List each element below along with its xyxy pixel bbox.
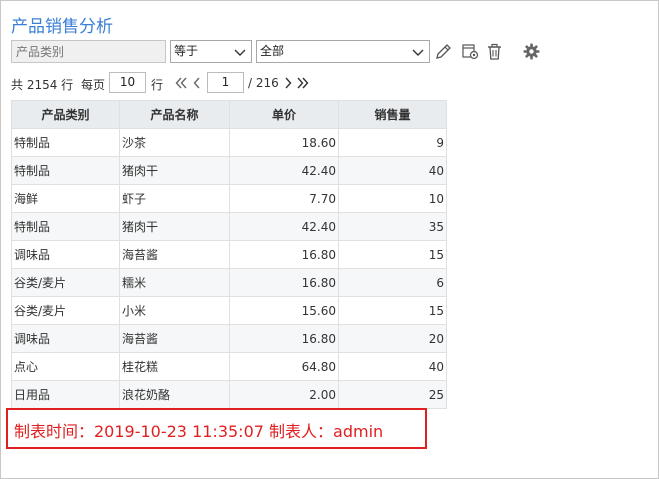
- table-cell: 16.80: [229, 240, 339, 269]
- table-cell: 2.00: [229, 380, 339, 409]
- table-row: 特制品 沙茶 18.60 9: [11, 128, 447, 157]
- pagination-bar: 共 2154 行 每页 10 行 1 / 216: [11, 72, 411, 94]
- table-cell: 20: [338, 324, 447, 353]
- table-cell: 猪肉干: [119, 156, 230, 185]
- total-rows-label: 共 2154 行: [11, 78, 74, 92]
- table-cell: 沙茶: [119, 128, 230, 157]
- table-cell: 调味品: [11, 324, 120, 353]
- table-cell: 42.40: [229, 212, 339, 241]
- table-cell: 15: [338, 240, 447, 269]
- table-row: 点心 桂花糕 64.80 40: [11, 352, 447, 381]
- table-row: 特制品 猪肉干 42.40 40: [11, 156, 447, 185]
- table-cell: 64.80: [229, 352, 339, 381]
- page-input[interactable]: 1: [207, 72, 244, 93]
- table-cell: 15.60: [229, 296, 339, 325]
- table-cell: 海苔酱: [119, 324, 230, 353]
- column-header[interactable]: 单价: [229, 100, 339, 129]
- table-cell: 海鲜: [11, 184, 120, 213]
- next-page-icon[interactable]: [281, 74, 295, 92]
- delete-icon[interactable]: [485, 42, 504, 61]
- table-header-row: 产品类别 产品名称 单价 销售量: [11, 100, 447, 129]
- copy-settings-icon[interactable]: [461, 42, 480, 61]
- last-page-icon[interactable]: [296, 74, 310, 92]
- operator-select-value: 等于: [174, 44, 199, 58]
- column-header[interactable]: 销售量: [338, 100, 447, 129]
- value-select[interactable]: 全部: [256, 40, 430, 63]
- table-row: 调味品 海苔酱 16.80 15: [11, 240, 447, 269]
- first-page-icon[interactable]: [174, 74, 188, 92]
- row-unit-label: 行: [151, 78, 164, 92]
- field-input[interactable]: [11, 40, 166, 63]
- filter-toolbar: 等于 全部: [11, 40, 651, 63]
- table-cell: 小米: [119, 296, 230, 325]
- table-cell: 40: [338, 156, 447, 185]
- table-cell: 特制品: [11, 212, 120, 241]
- table-cell: 16.80: [229, 324, 339, 353]
- table-cell: 25: [338, 380, 447, 409]
- table-cell: 42.40: [229, 156, 339, 185]
- value-select-value: 全部: [260, 44, 285, 58]
- table-cell: 15: [338, 296, 447, 325]
- table-cell: 猪肉干: [119, 212, 230, 241]
- table-cell: 35: [338, 212, 447, 241]
- table-cell: 6: [338, 268, 447, 297]
- table-cell: 日用品: [11, 380, 120, 409]
- table-row: 谷类/麦片 小米 15.60 15: [11, 296, 447, 325]
- table-cell: 特制品: [11, 156, 120, 185]
- prev-page-icon[interactable]: [190, 74, 204, 92]
- per-page-label: 每页: [81, 78, 106, 92]
- table-cell: 调味品: [11, 240, 120, 269]
- chevron-down-icon: [234, 49, 246, 56]
- chevron-down-icon: [412, 49, 424, 56]
- table-row: 日用品 浪花奶酪 2.00 25: [11, 380, 447, 409]
- per-page-input[interactable]: 10: [109, 72, 146, 93]
- table-cell: 浪花奶酪: [119, 380, 230, 409]
- edit-icon[interactable]: [434, 42, 453, 61]
- table-cell: 特制品: [11, 128, 120, 157]
- table-cell: 谷类/麦片: [11, 268, 120, 297]
- table-cell: 16.80: [229, 268, 339, 297]
- sales-table: 产品类别 产品名称 单价 销售量 特制品 沙茶 18.60 9 特制品 猪肉干 …: [11, 100, 447, 409]
- table-cell: 18.60: [229, 128, 339, 157]
- table-cell: 海苔酱: [119, 240, 230, 269]
- table-cell: 虾子: [119, 184, 230, 213]
- table-row: 谷类/麦片 糯米 16.80 6: [11, 268, 447, 297]
- table-cell: 桂花糕: [119, 352, 230, 381]
- footer-text: 制表时间：2019-10-23 11:35:07 制表人：admin: [14, 422, 384, 441]
- table-cell: 40: [338, 352, 447, 381]
- table-row: 海鲜 虾子 7.70 10: [11, 184, 447, 213]
- operator-select[interactable]: 等于: [170, 40, 252, 63]
- table-cell: 点心: [11, 352, 120, 381]
- report-footer: 制表时间：2019-10-23 11:35:07 制表人：admin: [6, 408, 427, 449]
- report-title: 产品销售分析: [11, 17, 113, 37]
- table-row: 特制品 猪肉干 42.40 35: [11, 212, 447, 241]
- column-header[interactable]: 产品名称: [119, 100, 230, 129]
- table-cell: 糯米: [119, 268, 230, 297]
- table-cell: 谷类/麦片: [11, 296, 120, 325]
- table-cell: 7.70: [229, 184, 339, 213]
- table-cell: 10: [338, 184, 447, 213]
- table-cell: 9: [338, 128, 447, 157]
- table-row: 调味品 海苔酱 16.80 20: [11, 324, 447, 353]
- settings-icon[interactable]: [522, 42, 541, 61]
- column-header[interactable]: 产品类别: [11, 100, 120, 129]
- total-pages-label: / 216: [248, 76, 279, 90]
